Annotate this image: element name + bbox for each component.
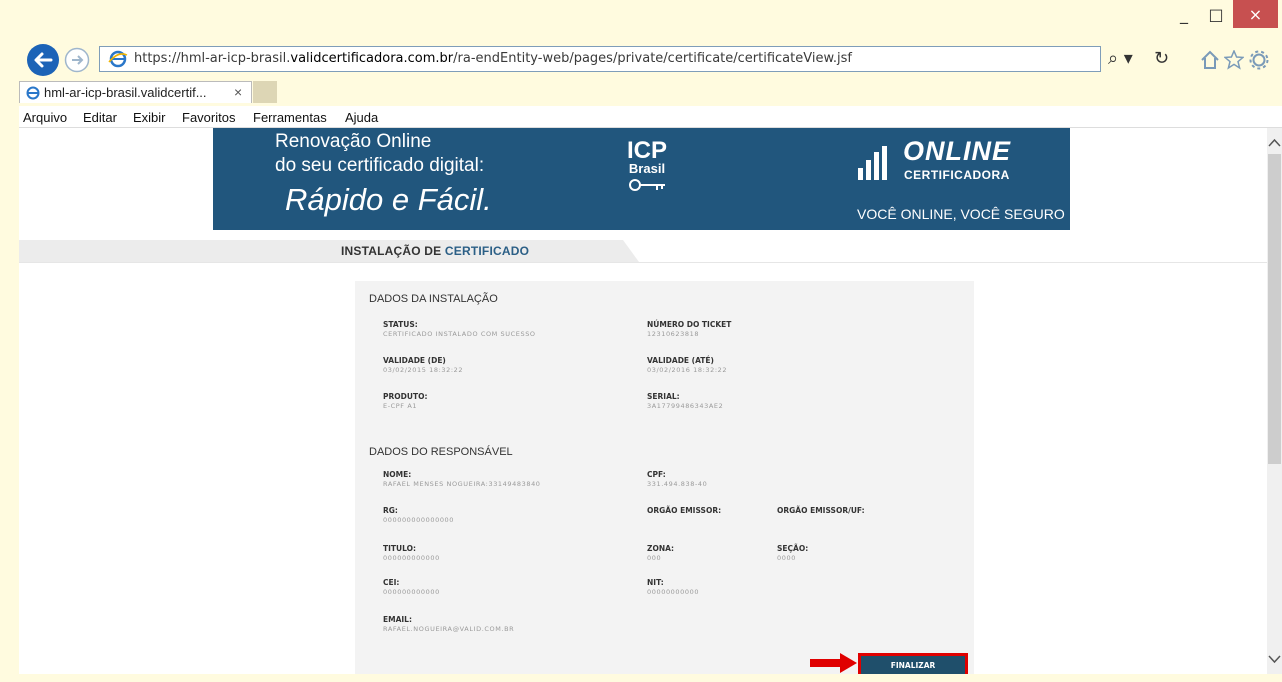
- rg-label: RG:: [383, 506, 398, 515]
- address-bar[interactable]: https://hml-ar-icp-brasil.validcertifica…: [99, 46, 1101, 72]
- email-label: EMAIL:: [383, 615, 412, 624]
- section-label: SEÇÃO:: [777, 544, 809, 553]
- scrollbar-thumb[interactable]: [1268, 154, 1281, 464]
- maximize-button[interactable]: □: [1201, 0, 1231, 28]
- tab-title: hml-ar-icp-brasil.validcertif...: [44, 85, 207, 100]
- finalize-button[interactable]: FINALIZAR: [858, 653, 968, 674]
- brand-name: ONLINE: [903, 136, 1012, 166]
- menu-ajuda[interactable]: Ajuda: [345, 110, 378, 125]
- certificate-details-panel: DADOS DA INSTALAÇÃO STATUS: CERTIFICADO …: [355, 281, 974, 674]
- product-label: PRODUTO:: [383, 392, 428, 401]
- refresh-button[interactable]: ↻: [1154, 48, 1169, 69]
- settings-button[interactable]: [1249, 50, 1269, 75]
- forward-arrow-icon: [64, 47, 90, 73]
- section-bar: INSTALAÇÃO DE CERTIFICADO: [19, 240, 1267, 263]
- cei-value: 000000000000: [383, 588, 440, 596]
- menu-exibir[interactable]: Exibir: [133, 110, 166, 125]
- issuer-label: ORGÃO EMISSOR:: [647, 506, 722, 515]
- page-content: Renovação Online do seu certificado digi…: [19, 128, 1267, 674]
- home-button[interactable]: [1200, 50, 1220, 75]
- close-icon: ×: [1248, 4, 1263, 24]
- gear-icon: [1249, 50, 1269, 70]
- cpf-value: 331.494.838-40: [647, 480, 708, 488]
- red-arrow-icon: [810, 653, 857, 673]
- star-icon: [1223, 49, 1245, 70]
- title-label: TITULO:: [383, 544, 416, 553]
- banner-line-3: Rápido e Fácil.: [285, 182, 492, 217]
- nit-label: NIT:: [647, 578, 664, 587]
- vertical-scrollbar[interactable]: [1267, 128, 1282, 674]
- banner-line-2: do seu certificado digital:: [275, 155, 485, 176]
- home-icon: [1201, 50, 1219, 69]
- menu-bar: Arquivo Editar Exibir Favoritos Ferramen…: [19, 106, 1282, 128]
- section-title: INSTALAÇÃO DE CERTIFICADO: [341, 244, 530, 258]
- banner-line-1: Renovação Online: [275, 131, 432, 152]
- minimize-icon: _: [1180, 4, 1188, 24]
- ticket-label: NÚMERO DO TICKET: [647, 320, 732, 329]
- menu-ferramentas[interactable]: Ferramentas: [253, 110, 327, 125]
- validity-from-label: VALIDADE (DE): [383, 356, 446, 365]
- status-label: STATUS:: [383, 320, 418, 329]
- promo-banner: Renovação Online do seu certificado digi…: [213, 128, 1070, 230]
- menu-arquivo[interactable]: Arquivo: [23, 110, 67, 125]
- signal-bars-icon: [858, 146, 887, 180]
- tab-close-icon[interactable]: ×: [234, 84, 242, 100]
- close-window-button[interactable]: ×: [1233, 0, 1278, 28]
- cei-label: CEI:: [383, 578, 400, 587]
- browser-title-bar: [0, 0, 1282, 38]
- serial-label: SERIAL:: [647, 392, 680, 401]
- validity-to-label: VALIDADE (ATÉ): [647, 356, 714, 365]
- rg-value: 000000000000000: [383, 516, 455, 524]
- section-value: 0000: [777, 554, 796, 562]
- zone-label: ZONA:: [647, 544, 675, 553]
- back-button[interactable]: [26, 43, 60, 77]
- name-value: RAFAEL MENSES NOGUEIRA:33149483840: [383, 480, 541, 488]
- maximize-icon: □: [1208, 4, 1224, 24]
- serial-value: 3A17799486343AE2: [647, 402, 724, 410]
- forward-button[interactable]: [64, 47, 90, 73]
- browser-tab[interactable]: hml-ar-icp-brasil.validcertif... ×: [19, 81, 252, 103]
- ie-tab-icon: [26, 86, 40, 100]
- validity-from-value: 03/02/2015 18:32:22: [383, 366, 464, 374]
- installation-heading: DADOS DA INSTALAÇÃO: [369, 293, 498, 305]
- back-arrow-icon: [27, 44, 59, 76]
- title-value: 000000000000: [383, 554, 440, 562]
- new-tab-button[interactable]: [253, 81, 277, 103]
- issuer-uf-label: ORGÃO EMISSOR/UF:: [777, 506, 865, 515]
- validity-to-value: 03/02/2016 18:32:22: [647, 366, 728, 374]
- minimize-button[interactable]: _: [1169, 0, 1199, 28]
- favorites-button[interactable]: [1223, 49, 1245, 75]
- responsible-heading: DADOS DO RESPONSÁVEL: [369, 446, 513, 458]
- ticket-value: 12310623818: [647, 330, 700, 338]
- cpf-label: CPF:: [647, 470, 666, 479]
- status-value: CERTIFICADO INSTALADO COM SUCESSO: [383, 330, 536, 338]
- menu-favoritos[interactable]: Favoritos: [182, 110, 235, 125]
- search-dropdown-button[interactable]: ⌕ ▾: [1108, 48, 1133, 69]
- ie-page-icon: [108, 50, 128, 68]
- menu-editar[interactable]: Editar: [83, 110, 117, 125]
- icp-brasil-logo: ICP Brasil: [625, 139, 669, 199]
- name-label: NOME:: [383, 470, 412, 479]
- nit-value: 00000000000: [647, 588, 700, 596]
- zone-value: 000: [647, 554, 662, 562]
- url-text[interactable]: https://hml-ar-icp-brasil.validcertifica…: [134, 51, 852, 66]
- product-value: E-CPF A1: [383, 402, 418, 410]
- scroll-up-icon[interactable]: [1267, 136, 1282, 150]
- scroll-down-icon[interactable]: [1267, 652, 1282, 666]
- banner-slogan: VOCÊ ONLINE, VOCÊ SEGURO: [857, 206, 1065, 222]
- email-value: RAFAEL.NOGUEIRA@VALID.COM.BR: [383, 625, 515, 633]
- brand-sub: CERTIFICADORA: [904, 168, 1010, 182]
- key-icon: [629, 179, 665, 191]
